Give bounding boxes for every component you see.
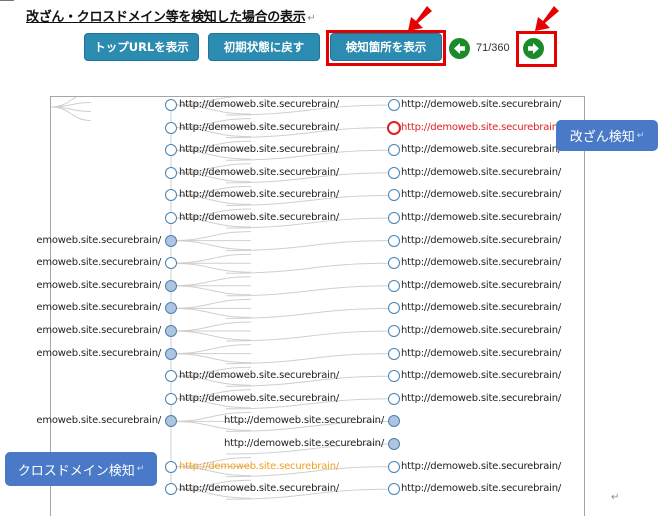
node-url-label: emoweb.site.securebrain/ xyxy=(36,234,161,246)
node-url-label: emoweb.site.securebrain/ xyxy=(36,347,161,359)
graph-node[interactable] xyxy=(165,460,177,473)
paragraph-mark: ↵ xyxy=(307,13,316,24)
graph-edge xyxy=(170,231,252,242)
graph-edge xyxy=(170,240,252,251)
graph-edge xyxy=(170,285,252,296)
graph-edge xyxy=(170,307,252,318)
graph-node[interactable] xyxy=(388,325,400,337)
node-url-label: http://demoweb.site.securebrain/ xyxy=(179,460,340,472)
node-url-label: http://demoweb.site.securebrain/ xyxy=(179,392,340,404)
graph-node[interactable] xyxy=(388,99,400,111)
node-url-label: http://demoweb.site.securebrain/ xyxy=(401,212,562,223)
graph-node[interactable] xyxy=(388,279,400,292)
node-url-label: http://demoweb.site.securebrain/ xyxy=(401,302,562,314)
graph-node[interactable] xyxy=(165,166,177,179)
graph-edge xyxy=(170,330,252,341)
page-title: 改ざん・クロスドメイン等を検知した場合の表示 ↵ xyxy=(26,10,316,25)
graph-edge xyxy=(170,344,252,355)
node-url-label: http://demoweb.site.securebrain/ xyxy=(401,279,562,291)
node-url-label: http://demoweb.site.securebrain/ xyxy=(179,212,340,223)
node-url-label: http://demoweb.site.securebrain/ xyxy=(401,257,562,269)
arrow-left-icon xyxy=(454,43,465,54)
node-url-label: http://demoweb.site.securebrain/ xyxy=(401,121,562,133)
document-corner-mark xyxy=(0,0,14,1)
graph-node[interactable] xyxy=(388,392,400,405)
graph-node[interactable] xyxy=(388,234,400,247)
node-url-label: http://demoweb.site.securebrain/ xyxy=(223,415,384,427)
graph-edge xyxy=(51,97,78,108)
node-url-label: http://demoweb.site.securebrain/ xyxy=(401,483,562,495)
node-url-label: emoweb.site.securebrain/ xyxy=(36,302,161,314)
node-url-label: http://demoweb.site.securebrain/ xyxy=(179,166,340,178)
graph-edge xyxy=(170,298,252,309)
node-url-label: emoweb.site.securebrain/ xyxy=(36,279,161,291)
graph-node[interactable] xyxy=(165,212,177,224)
crossdomain-callout: クロスドメイン検知 ↵ xyxy=(5,452,157,486)
node-url-label: http://demoweb.site.securebrain/ xyxy=(179,99,340,110)
node-url-label: http://demoweb.site.securebrain/ xyxy=(401,347,562,359)
graph-edge xyxy=(225,262,395,274)
node-url-label: http://demoweb.site.securebrain/ xyxy=(401,392,562,404)
graph-node[interactable] xyxy=(165,347,177,360)
graph-node[interactable] xyxy=(388,166,400,179)
node-url-label: http://demoweb.site.securebrain/ xyxy=(401,189,562,201)
graph-edge xyxy=(51,102,92,108)
node-url-label: emoweb.site.securebrain/ xyxy=(36,325,161,336)
paragraph-mark: ↵ xyxy=(611,492,620,503)
node-url-label: http://demoweb.site.securebrain/ xyxy=(179,121,340,133)
node-url-label: http://demoweb.site.securebrain/ xyxy=(401,99,562,110)
node-url-label: http://demoweb.site.securebrain/ xyxy=(179,370,340,382)
reset-view-button[interactable]: 初期状態に戻す xyxy=(208,33,320,61)
graph-edge xyxy=(225,285,395,297)
graph-node[interactable] xyxy=(388,347,400,360)
highlight-frame xyxy=(326,30,446,66)
node-url-label: http://demoweb.site.securebrain/ xyxy=(223,438,384,449)
node-url-label: http://demoweb.site.securebrain/ xyxy=(401,325,562,336)
graph-edge xyxy=(170,353,252,364)
tampered-node[interactable] xyxy=(387,120,401,135)
page-counter: 71/360 xyxy=(476,42,510,54)
graph-node[interactable] xyxy=(165,234,177,247)
graph-node[interactable] xyxy=(165,121,177,134)
graph-node[interactable] xyxy=(165,99,177,111)
node-url-label: http://demoweb.site.securebrain/ xyxy=(401,166,562,178)
node-url-label: http://demoweb.site.securebrain/ xyxy=(401,370,562,382)
graph-edge xyxy=(170,262,252,273)
show-top-url-button[interactable]: トップURLを表示 xyxy=(84,33,199,61)
red-arrow-icon xyxy=(535,6,559,31)
graph-edge xyxy=(170,276,252,287)
node-url-label: http://demoweb.site.securebrain/ xyxy=(401,144,562,156)
graph-node[interactable] xyxy=(165,325,177,337)
graph-node[interactable] xyxy=(388,212,400,224)
graph-edge xyxy=(225,353,395,365)
node-url-label: http://demoweb.site.securebrain/ xyxy=(179,144,340,156)
graph-edge xyxy=(225,330,395,342)
graph-node[interactable] xyxy=(165,279,177,292)
node-url-label: emoweb.site.securebrain/ xyxy=(36,257,161,269)
node-url-label: http://demoweb.site.securebrain/ xyxy=(401,460,562,472)
graph-node[interactable] xyxy=(388,438,400,450)
graph-edge xyxy=(170,321,252,332)
graph-node[interactable] xyxy=(388,460,400,473)
node-url-label: emoweb.site.securebrain/ xyxy=(36,415,161,427)
graph-node[interactable] xyxy=(165,392,177,405)
highlight-frame xyxy=(516,31,557,67)
node-url-label: http://demoweb.site.securebrain/ xyxy=(179,189,340,201)
tamper-callout: 改ざん検知 ↵ xyxy=(556,120,658,151)
node-url-label: http://demoweb.site.securebrain/ xyxy=(179,483,340,495)
graph-edge xyxy=(225,240,395,252)
graph-edge xyxy=(225,307,395,319)
graph-edge xyxy=(170,253,252,264)
prev-button[interactable] xyxy=(449,38,470,59)
node-url-label: http://demoweb.site.securebrain/ xyxy=(401,234,562,246)
